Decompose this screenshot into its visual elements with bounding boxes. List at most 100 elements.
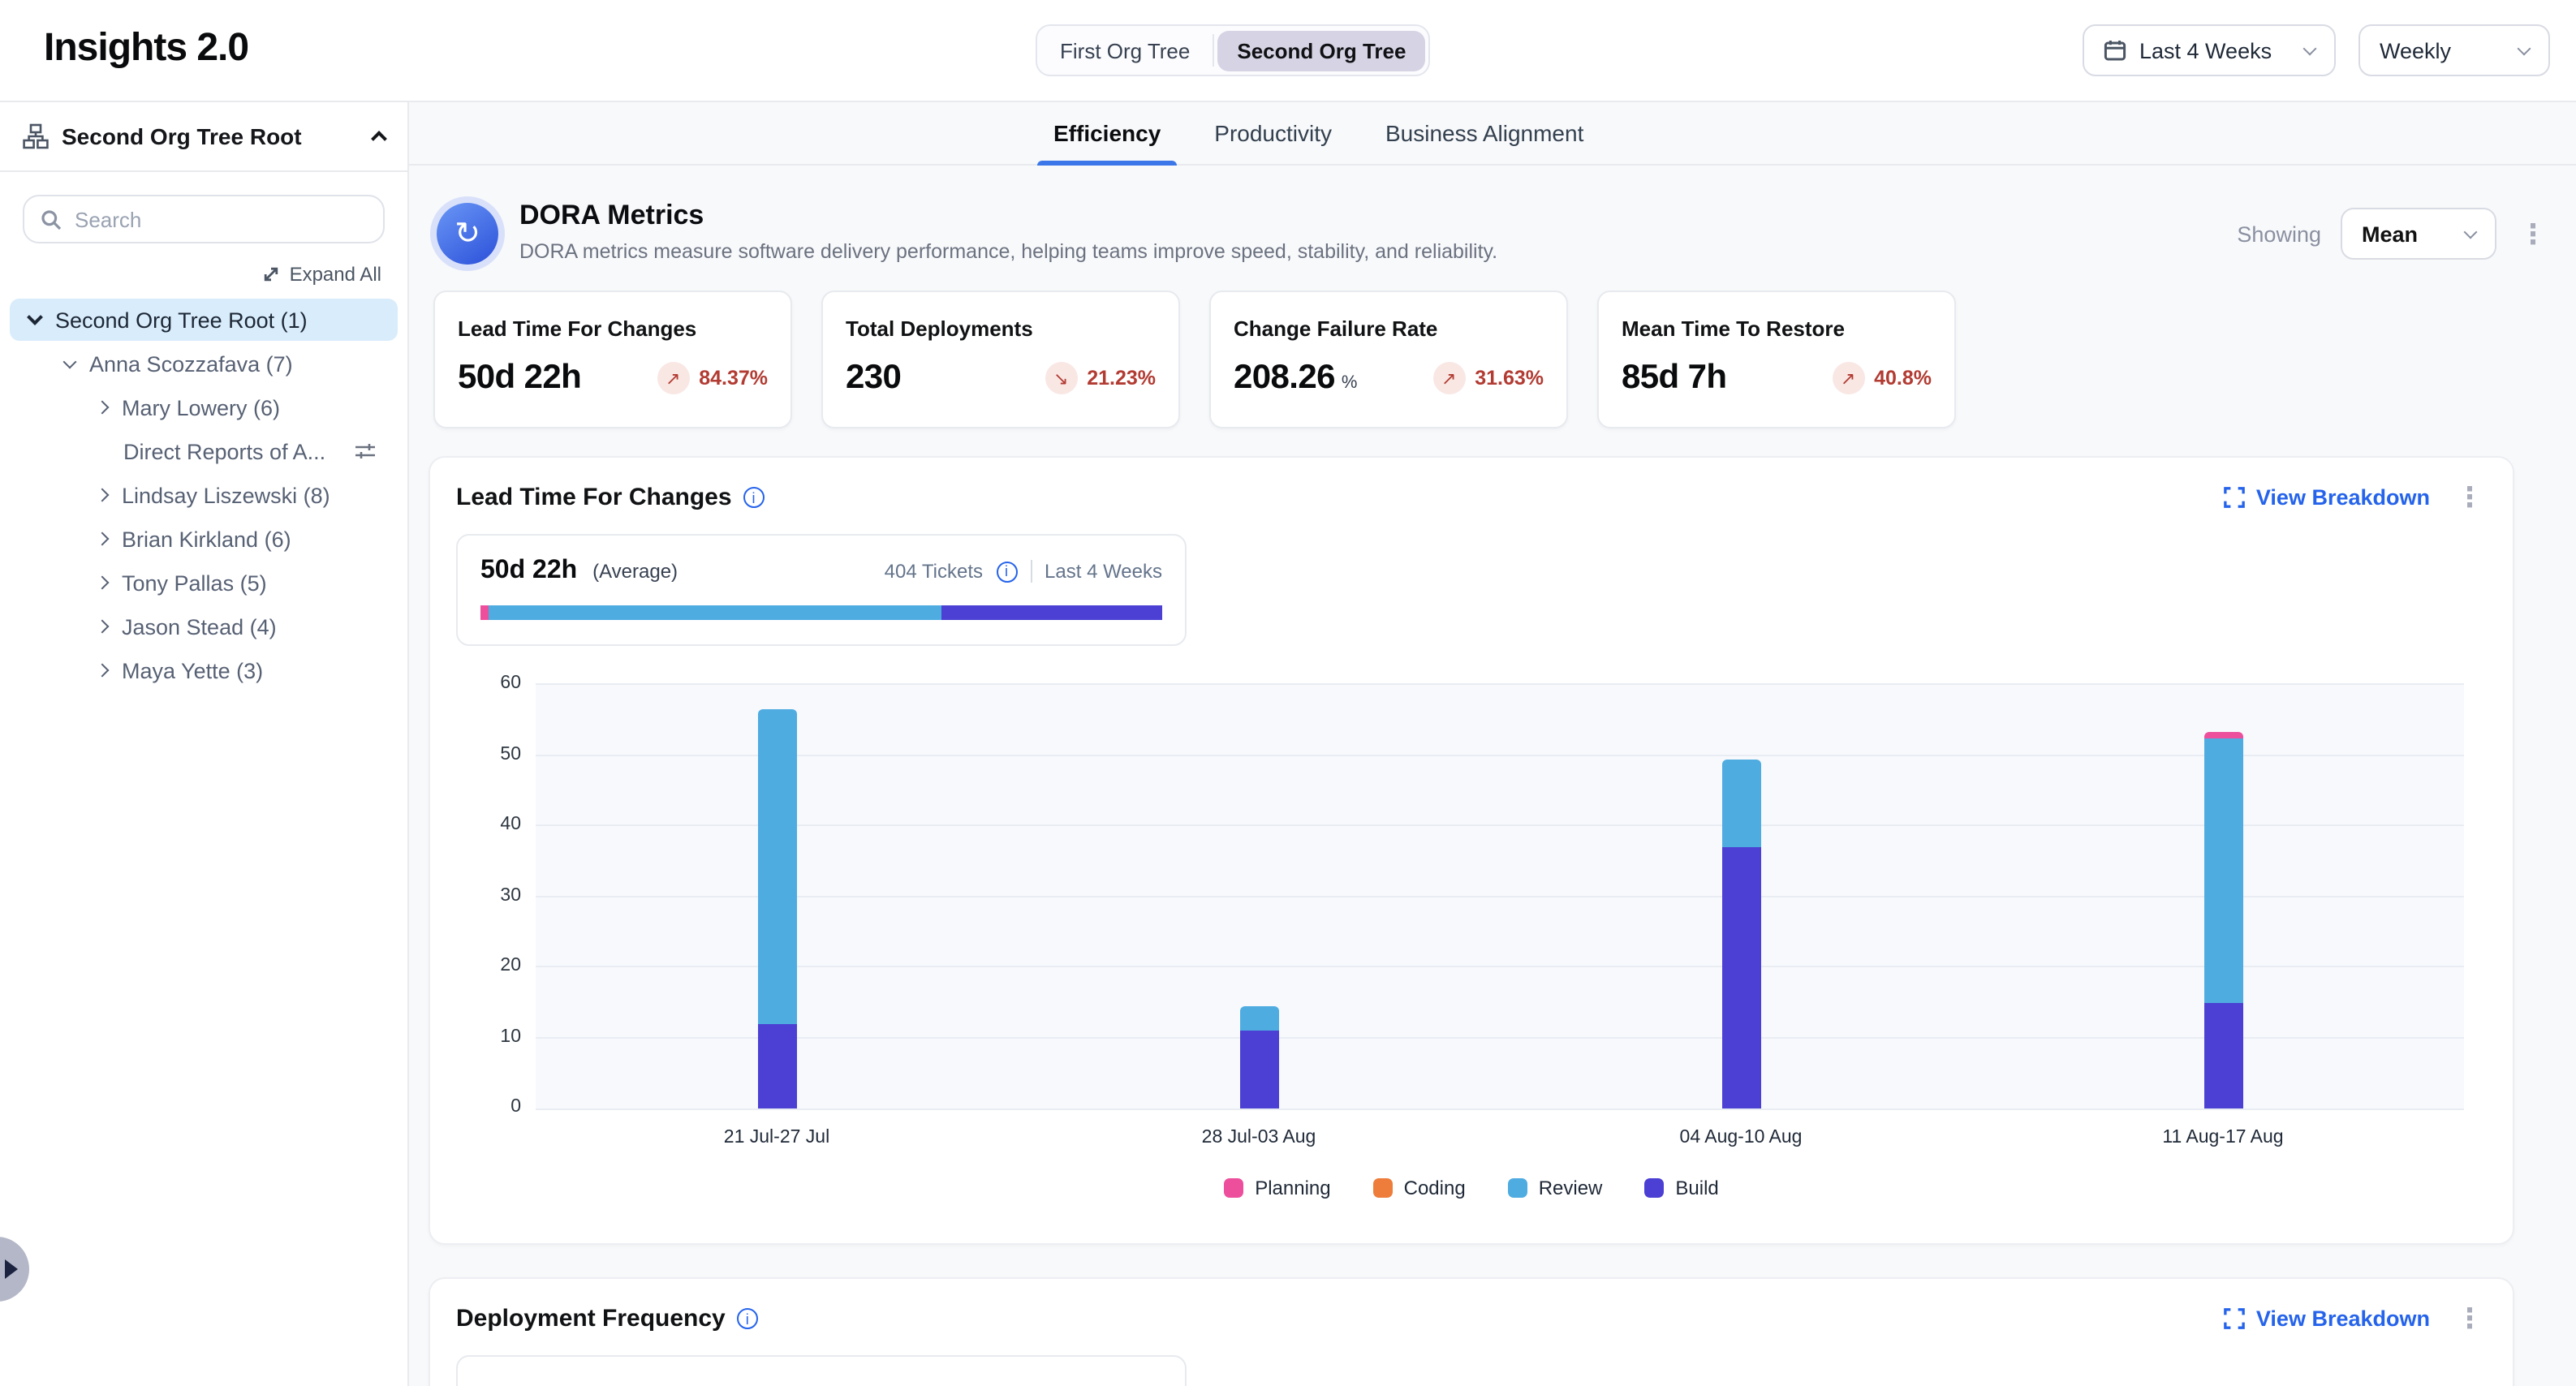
org-tree: Second Org Tree Root (1) Anna Scozzafava … [0,299,407,691]
kebab-menu-icon[interactable]: ⋮ [2453,1305,2487,1332]
bar-segment-review [757,710,796,1024]
trend-badge: ↗40.8% [1832,362,1932,394]
tree-item-brian-kirkland-6[interactable]: Brian Kirkland (6) [0,518,407,560]
legend-label: Planning [1255,1177,1330,1199]
tree-item-jason-stead-4[interactable]: Jason Stead (4) [0,605,407,648]
view-tabs: Efficiency Productivity Business Alignment [409,102,2576,166]
summary-suffix: (Average) [592,560,678,583]
tree-item-second-org-tree-root-1[interactable]: Second Org Tree Root (1) [10,299,398,341]
chart-legend: Planning Coding Review Build [456,1177,2487,1199]
legend-label: Build [1675,1177,1718,1199]
chevron-down-icon [27,309,43,325]
aggregation-value: Mean [2362,222,2453,246]
granularity-select[interactable]: Weekly [2358,24,2550,76]
y-axis-tick: 20 [456,956,521,975]
kebab-menu-icon[interactable]: ⋮ [2453,484,2487,511]
summary-value: 50d 22h [480,557,577,584]
tree-item-direct-reports-of-a[interactable]: Direct Reports of A... [0,430,407,472]
y-axis-tick: 60 [456,674,521,693]
tree-item-anna-scozzafava-7[interactable]: Anna Scozzafava (7) [0,342,407,385]
tree-item-label: Lindsay Liszewski (8) [122,483,330,507]
bar-segment-build [2203,1003,2242,1109]
chevron-down-icon [2518,41,2531,55]
tab-productivity[interactable]: Productivity [1214,102,1332,164]
metric-value: 230 [846,359,901,398]
filter-sliders-icon[interactable] [353,440,376,463]
dora-cards-row: Lead Time For Changes50d 22h↗84.37%Total… [433,291,2550,428]
trend-up-icon: ↗ [657,362,689,394]
insights-dashboard: Insights 2.0 First Org Tree Second Org T… [0,0,2576,1386]
legend-swatch [1508,1178,1527,1198]
gridline [536,895,2464,897]
bar-segment-build [1239,1031,1278,1108]
date-range-select[interactable]: Last 4 Weeks [2083,24,2336,76]
trend-up-icon: ↗ [1432,362,1465,394]
metric-value: 208.26% [1234,359,1357,398]
tab-efficiency[interactable]: Efficiency [1053,102,1161,164]
sidebar-header: Second Org Tree Root [0,102,407,172]
topbar-controls: Last 4 Weeks Weekly [2083,24,2550,76]
expand-all-button[interactable]: Expand All [26,263,381,286]
chevron-up-icon[interactable] [371,131,387,147]
legend-label: Review [1539,1177,1603,1199]
org-tree-toggle: First Org Tree Second Org Tree [1036,24,1430,76]
aggregation-select[interactable]: Mean [2341,208,2496,260]
granularity-value: Weekly [2380,38,2506,62]
metric-card-change-failure-rate: Change Failure Rate 208.26% ↗31.63% [1209,291,1568,428]
y-axis-tick: 30 [456,885,521,905]
metric-card-mean-time-to-restore: Mean Time To Restore85d 7h↗40.8% [1597,291,1956,428]
legend-swatch [1373,1178,1393,1198]
gridline [536,966,2464,967]
tree-item-label: Mary Lowery (6) [122,395,280,420]
chevron-down-icon [2303,41,2317,55]
chart-plot-area [536,685,2464,1108]
trend-percent: 21.23% [1087,367,1156,390]
tree-item-lindsay-liszewski-8[interactable]: Lindsay Liszewski (8) [0,474,407,516]
tree-item-label: Anna Scozzafava (7) [89,351,293,376]
page-title: Insights 2.0 [44,26,248,71]
chevron-right-icon [96,620,110,634]
sidebar-title: Second Org Tree Root [62,123,360,149]
expand-all-icon [262,265,282,284]
search-input[interactable] [75,207,367,231]
summary-period: Last 4 Weeks [1045,560,1162,583]
metric-title: Change Failure Rate [1234,316,1544,341]
dora-cycle-icon: ↻ [437,203,498,265]
top-bar: Insights 2.0 First Org Tree Second Org T… [0,0,2576,102]
chevron-right-icon [96,576,110,590]
divider [1030,560,1032,583]
bar-segment-build [757,1024,796,1108]
tree-item-tony-pallas-5[interactable]: Tony Pallas (5) [0,562,407,604]
dora-description: DORA metrics measure software delivery p… [519,240,1497,263]
tree-item-label: Second Org Tree Root (1) [55,308,308,332]
lead-time-summary-card: 50d 22h (Average) 404 Tickets i Last 4 W… [456,534,1187,646]
kebab-menu-icon[interactable]: ⋮ [2516,220,2550,248]
tab-business-alignment[interactable]: Business Alignment [1385,102,1583,164]
view-breakdown-button[interactable]: View Breakdown [2224,1306,2430,1331]
info-icon[interactable]: i [737,1308,758,1329]
stacked-bar-21-jul-27-jul [757,710,796,1109]
stacked-bar-04-aug-10-aug [1721,759,1760,1108]
legend-item-coding: Coding [1373,1177,1466,1199]
tree-item-label: Jason Stead (4) [122,614,277,639]
tree-search [23,195,385,243]
gridline [536,1036,2464,1038]
toggle-first-org-tree[interactable]: First Org Tree [1040,30,1209,71]
chevron-right-icon [96,532,110,546]
tree-item-mary-lowery-6[interactable]: Mary Lowery (6) [0,386,407,428]
tree-item-maya-yette-3[interactable]: Maya Yette (3) [0,649,407,691]
metric-title: Mean Time To Restore [1622,316,1932,341]
info-icon[interactable]: i [996,561,1017,582]
toggle-second-org-tree[interactable]: Second Org Tree [1217,30,1425,71]
info-icon[interactable]: i [743,487,765,508]
dora-header: ↻ DORA Metrics DORA metrics measure soft… [433,200,2550,265]
trend-up-icon: ↗ [1832,362,1864,394]
bar-segment-review [2203,738,2242,1002]
metric-card-lead-time-for-changes: Lead Time For Changes50d 22h↗84.37% [433,291,792,428]
expand-corners-icon [2224,487,2245,508]
view-breakdown-button[interactable]: View Breakdown [2224,485,2430,510]
trend-badge: ↗31.63% [1432,362,1544,394]
x-axis-label: 28 Jul-03 Aug [1202,1128,1316,1147]
chevron-right-icon [96,489,110,502]
lead-time-chart: PlanningCodingReviewBuild 01020304050602… [456,685,2487,1220]
